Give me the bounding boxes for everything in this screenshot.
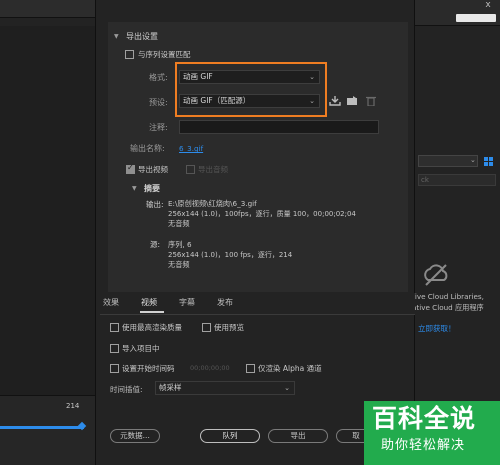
max-render-quality-checkbox[interactable] [110, 323, 119, 332]
summary-source-name: 序列, 6 [168, 240, 192, 249]
background-timeline [0, 395, 95, 465]
cc-libraries-text: tive Cloud Libraries, [412, 292, 484, 301]
match-sequence-label: 与序列设置匹配 [138, 50, 191, 59]
background-right-panel [415, 0, 500, 465]
background-program-monitor [0, 26, 95, 396]
tab-effects[interactable]: 效果 [103, 297, 119, 308]
set-start-timecode-label: 设置开始时间码 [122, 364, 175, 373]
tab-video[interactable]: 视频 [141, 297, 157, 308]
highlight-box [175, 62, 327, 117]
timeline-frame-count: 214 [66, 402, 80, 410]
tab-publish[interactable]: 发布 [217, 297, 233, 308]
background-left-header [0, 0, 95, 18]
tab-captions[interactable]: 字幕 [179, 297, 195, 308]
import-into-project-label: 导入项目中 [122, 344, 160, 353]
delete-preset-icon[interactable] [365, 96, 377, 106]
queue-button[interactable]: 队列 [200, 429, 260, 443]
render-alpha-only-label: 仅渲染 Alpha 通道 [258, 364, 322, 373]
time-interpolation-select[interactable]: 帧采样 ⌄ [155, 381, 295, 395]
window-close-button[interactable]: x [476, 0, 500, 10]
comment-input[interactable] [179, 120, 379, 134]
library-search-input[interactable]: ck [418, 174, 496, 186]
export-button[interactable]: 导出 [268, 429, 328, 443]
summary-output-label: 输出: [146, 200, 164, 209]
use-previews-checkbox[interactable] [202, 323, 211, 332]
format-label: 格式: [149, 73, 168, 82]
export-video-label: 导出视频 [138, 165, 168, 174]
render-alpha-only-checkbox[interactable] [246, 364, 255, 373]
cc-apps-text: ative Cloud 应用程序 [412, 303, 484, 312]
summary-title: 摘要 [144, 184, 160, 193]
set-start-timecode-checkbox[interactable] [110, 364, 119, 373]
library-dropdown[interactable] [418, 155, 478, 167]
summary-source-label: 源: [150, 240, 161, 249]
right-header-bar [456, 14, 496, 22]
time-interpolation-label: 时间插值: [110, 385, 143, 394]
time-interpolation-value: 帧采样 [159, 383, 182, 392]
summary-output-specs: 256x144 (1.0)，100fps，逐行，质量 100，00;00;02;… [168, 210, 356, 218]
chevron-down-icon: ⌄ [470, 156, 476, 164]
export-audio-checkbox[interactable] [186, 165, 195, 174]
start-timecode-value[interactable]: 00;00;00;00 [190, 364, 230, 372]
max-render-quality-label: 使用最高渲染质量 [122, 323, 182, 332]
chevron-down-icon: ⌄ [284, 384, 290, 392]
timeline-progress-bar[interactable] [0, 426, 84, 429]
metadata-button[interactable]: 元数据... [110, 429, 160, 443]
summary-collapse-icon[interactable]: ▼ [132, 185, 137, 192]
match-sequence-checkbox[interactable] [125, 50, 134, 59]
output-name-label: 输出名称: [130, 144, 165, 153]
preset-label: 预设: [149, 98, 168, 107]
watermark-slogan: 助你轻松解决 [381, 438, 466, 453]
watermark-title: 百科全说 [372, 404, 477, 433]
summary-source-specs: 256x144 (1.0)，100 fps，逐行，214 [168, 251, 293, 259]
save-preset-icon[interactable] [329, 96, 341, 106]
import-into-project-checkbox[interactable] [110, 344, 119, 353]
export-settings-title: 导出设置 [126, 32, 158, 41]
summary-output-path: E:\原创视频\红烧肉\6_3.gif [168, 199, 257, 208]
summary-output-audio: 无音频 [168, 219, 190, 228]
grid-view-icon[interactable] [484, 157, 493, 166]
get-it-now-link[interactable]: 立即获取！ [418, 323, 456, 334]
export-video-checkbox[interactable] [126, 163, 135, 174]
creative-cloud-offline-icon [424, 264, 448, 286]
collapse-triangle-icon[interactable]: ▼ [114, 33, 119, 40]
use-previews-label: 使用预览 [214, 323, 244, 332]
summary-source-audio: 无音频 [168, 260, 190, 269]
output-name-link[interactable]: 6_3.gif [179, 144, 203, 153]
import-preset-icon[interactable] [347, 96, 359, 106]
active-tab-indicator [140, 311, 164, 313]
export-audio-label: 导出音频 [198, 165, 228, 174]
comment-label: 注释: [149, 123, 168, 132]
